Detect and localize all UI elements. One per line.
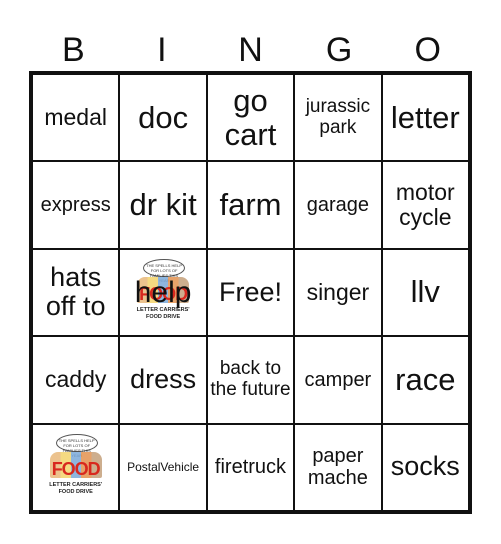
bingo-cell[interactable]: farm	[206, 161, 295, 249]
cell-text: caddy	[45, 366, 107, 393]
bingo-cell[interactable]: garage	[294, 161, 382, 249]
bingo-cell[interactable]: THE SPELLS HELP FOR LOTS OF FAMILIES THI…	[32, 423, 120, 511]
bingo-cell[interactable]: dress	[119, 336, 207, 424]
bingo-header: B I N G O	[29, 28, 472, 72]
caption-line-2: FOOD DRIVE	[58, 489, 93, 496]
bingo-cell[interactable]: caddy	[32, 336, 120, 424]
food-word: FOOD	[51, 459, 101, 480]
header-letter-o: O	[414, 31, 441, 69]
bingo-grid: medal doc go cart jurassic park letter expres…	[29, 71, 472, 514]
cell-text: medal	[44, 104, 108, 131]
bingo-cell[interactable]: jurassic park	[294, 74, 382, 162]
bingo-cell[interactable]: camper	[294, 336, 382, 424]
bingo-cell[interactable]: Free!	[206, 248, 295, 337]
bingo-cell[interactable]: medal	[32, 74, 120, 162]
cell-text: farm	[219, 187, 282, 223]
bingo-cell[interactable]: paper mache	[294, 423, 382, 511]
bingo-cell[interactable]: firetruck	[206, 423, 295, 511]
cell-text: doc	[138, 99, 189, 135]
cell-text: motor cycle	[395, 178, 455, 231]
bingo-cell[interactable]: doc	[119, 74, 207, 162]
cell-text: letter	[390, 99, 460, 135]
caption-line-1: LETTER CARRIERS'	[49, 482, 103, 489]
bingo-cell[interactable]: THE SPELLS HELP FOR LOTS OF FAMILIES THI…	[119, 248, 207, 337]
bingo-cell[interactable]: race	[381, 336, 469, 424]
cell-text: help	[134, 275, 192, 309]
cell-text: express	[40, 194, 111, 217]
cell-text: PostalVehicle	[127, 459, 200, 474]
bingo-cell[interactable]: dr kit	[119, 161, 207, 249]
bingo-cell[interactable]: go cart	[206, 74, 295, 162]
header-letter-g: G	[325, 31, 353, 69]
cell-text: back to the future	[210, 358, 291, 400]
header-letter-b: B	[61, 31, 85, 69]
cell-text: Free!	[218, 276, 282, 307]
cell-text: go cart	[224, 82, 277, 152]
cell-text: jurassic park	[305, 95, 371, 138]
bingo-cell[interactable]: back to the future	[206, 336, 295, 424]
bingo-cell[interactable]: motor cycle	[381, 161, 469, 249]
bingo-cell[interactable]: PostalVehicle	[119, 423, 207, 511]
logo-caption: LETTER CARRIERS' FOOD DRIVE	[44, 482, 108, 496]
cell-text: firetruck	[214, 456, 287, 479]
header-letter-i: I	[157, 31, 167, 69]
cell-text: llv	[410, 274, 440, 310]
bingo-cell[interactable]: llv	[381, 248, 469, 337]
bingo-cell[interactable]: express	[32, 161, 120, 249]
food-drive-logo-image: THE SPELLS HELP FOR LOTS OF FAMILIES THI…	[44, 434, 108, 500]
bingo-cell[interactable]: hats off to	[32, 248, 120, 337]
cell-text: dress	[130, 364, 197, 395]
bingo-cell[interactable]: letter	[381, 74, 469, 162]
cell-text: hats off to	[45, 261, 106, 322]
speech-bubble: THE SPELLS HELP FOR LOTS OF FAMILIES THI…	[55, 434, 98, 458]
cell-text: paper mache	[307, 445, 368, 490]
bingo-cell[interactable]: singer	[294, 248, 382, 337]
cell-text: camper	[304, 368, 372, 391]
cell-text: race	[395, 361, 456, 397]
cell-text: dr kit	[129, 187, 197, 223]
cell-text: garage	[306, 194, 370, 217]
bingo-cell[interactable]: socks	[381, 423, 469, 511]
cell-text: socks	[390, 451, 460, 482]
cell-text: singer	[306, 278, 370, 305]
header-letter-n: N	[238, 31, 263, 69]
